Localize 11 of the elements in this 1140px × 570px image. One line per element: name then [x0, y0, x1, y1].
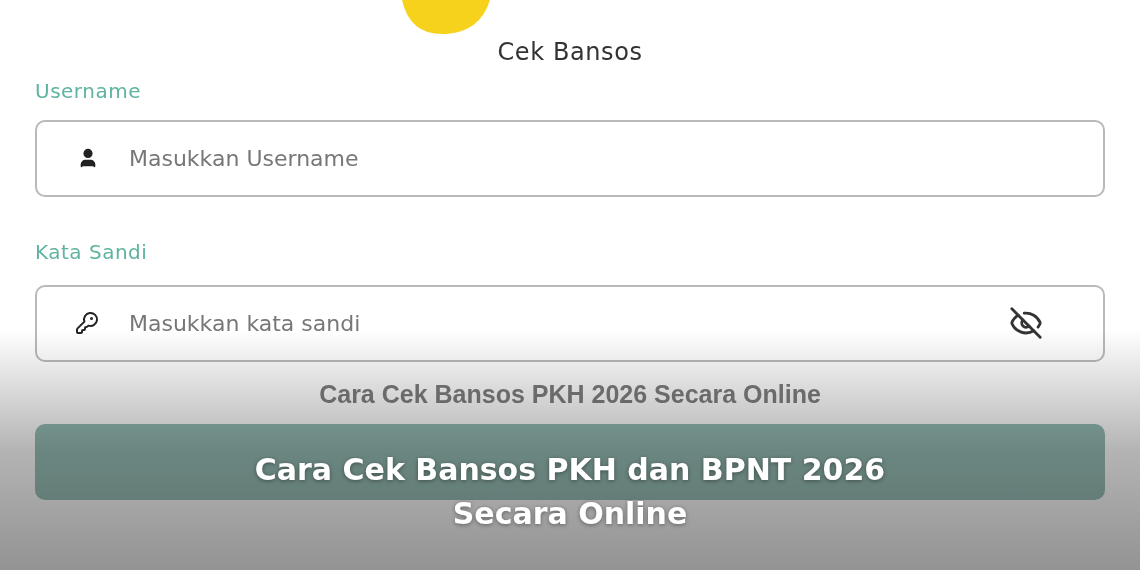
app-title: Cek Bansos [497, 37, 643, 68]
field-label: Username [35, 78, 142, 105]
username-field[interactable]: Masukkan Username [35, 120, 1105, 197]
watermark-caption: Cara Cek Bansos PKH 2026 Secara Online [319, 379, 821, 410]
field-label: Kata Sandi [35, 239, 149, 266]
password-field[interactable]: Masukkan kata sandi [35, 285, 1105, 362]
headline: Cara Cek Bansos PKH dan BPNT 2026 Secara Online [253, 451, 887, 533]
login-button[interactable] [35, 423, 1105, 500]
eye-off-icon[interactable] [1009, 306, 1043, 340]
key-icon [75, 311, 99, 335]
logo-icon [400, 0, 492, 36]
